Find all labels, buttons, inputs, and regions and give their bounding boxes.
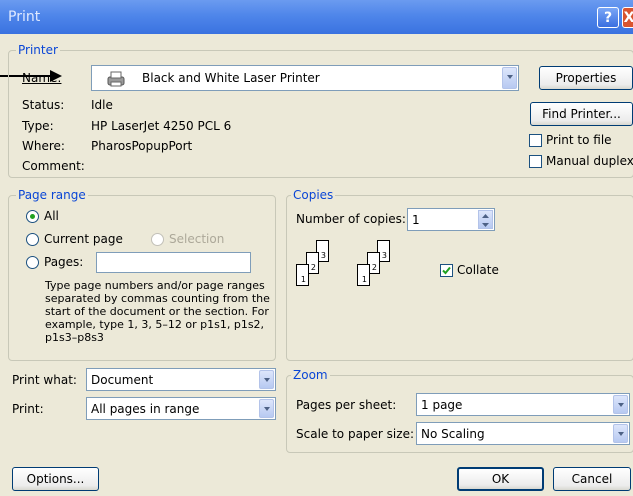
title-bar	[0, 0, 633, 34]
options-button[interactable]: Options...	[12, 467, 99, 491]
selection-label: Selection	[169, 232, 225, 246]
scale-to-paper-size-value: No Scaling	[421, 427, 485, 441]
page-range-legend: Page range	[16, 188, 88, 202]
pages-input[interactable]	[96, 252, 251, 273]
status-label: Status:	[22, 98, 65, 112]
current-page-radio[interactable]	[26, 233, 39, 246]
page-range-help-text: Type page numbers and/or page ranges sep…	[45, 279, 270, 344]
zoom-legend: Zoom	[291, 368, 330, 382]
type-value: HP LaserJet 4250 PCL 6	[91, 119, 232, 133]
pages-label: Pages:	[44, 255, 84, 269]
comment-label: Comment:	[22, 159, 85, 173]
printer-icon	[107, 71, 125, 87]
number-of-copies-value: 1	[412, 213, 420, 227]
ok-button[interactable]: OK	[457, 467, 544, 491]
pages-radio[interactable]	[26, 256, 39, 269]
all-label: All	[44, 209, 59, 223]
chevron-down-icon[interactable]	[259, 399, 274, 418]
type-label: Type:	[22, 119, 54, 133]
all-radio[interactable]	[26, 210, 39, 223]
chevron-down-icon[interactable]	[613, 395, 628, 414]
print-to-file-label: Print to file	[546, 133, 612, 147]
properties-button[interactable]: Properties	[539, 66, 633, 90]
print-select[interactable]: All pages in range	[86, 397, 276, 420]
printer-legend: Printer	[16, 43, 60, 57]
copies-legend: Copies	[291, 188, 336, 202]
current-page-label: Current page	[44, 232, 123, 246]
spinner-arrows-icon[interactable]	[478, 210, 493, 229]
scale-to-paper-size-label: Scale to paper size:	[296, 427, 414, 441]
chevron-down-icon[interactable]	[613, 424, 628, 443]
chevron-down-icon[interactable]	[502, 67, 517, 89]
window-title: Print	[8, 9, 41, 25]
checkmark-icon	[442, 266, 451, 275]
help-icon: ?	[603, 10, 613, 26]
pages-per-sheet-value: 1 page	[421, 398, 463, 412]
collate-stack-1-icon: 3 2 1	[296, 240, 346, 300]
collate-stack-2-icon: 3 2 1	[357, 240, 407, 300]
cancel-button[interactable]: Cancel	[553, 467, 631, 491]
manual-duplex-label: Manual duplex	[546, 154, 633, 168]
find-printer-button[interactable]: Find Printer...	[530, 102, 633, 126]
where-label: Where:	[22, 139, 65, 153]
collate-label: Collate	[457, 263, 499, 277]
printer-name-label: Name:	[22, 71, 62, 85]
status-value: Idle	[91, 98, 113, 112]
selection-radio[interactable]	[151, 233, 164, 246]
pages-per-sheet-select[interactable]: 1 page	[416, 393, 630, 416]
pages-per-sheet-label: Pages per sheet:	[296, 398, 397, 412]
printer-name-value: Black and White Laser Printer	[142, 71, 320, 85]
help-button[interactable]: ?	[597, 7, 619, 28]
close-icon: X	[624, 10, 633, 26]
print-what-select[interactable]: Document	[86, 368, 276, 391]
print-to-file-checkbox[interactable]	[529, 134, 542, 147]
close-button[interactable]: X	[622, 7, 633, 28]
number-of-copies-label: Number of copies:	[296, 212, 406, 226]
print-what-label: Print what:	[12, 373, 77, 387]
printer-name-select[interactable]: Black and White Laser Printer	[91, 65, 519, 91]
number-of-copies-spinner[interactable]: 1	[407, 208, 495, 231]
manual-duplex-checkbox[interactable]	[529, 155, 542, 168]
where-value: PharosPopupPort	[91, 139, 193, 153]
chevron-down-icon[interactable]	[259, 370, 274, 389]
collate-checkbox[interactable]	[440, 264, 453, 277]
scale-to-paper-size-select[interactable]: No Scaling	[416, 422, 630, 445]
print-value: All pages in range	[91, 402, 200, 416]
print-label: Print:	[12, 402, 44, 416]
print-what-value: Document	[91, 373, 154, 387]
